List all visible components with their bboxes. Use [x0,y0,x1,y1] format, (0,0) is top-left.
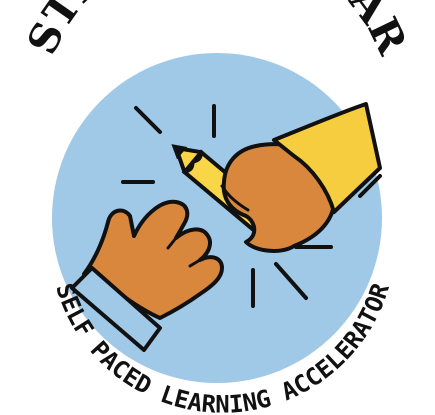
logo-title-path: STRIDE SCHOLAR [18,0,417,62]
stride-scholar-logo: STRIDE SCHOLAR SELF PACED LEARNING ACCEL… [18,0,417,415]
logo-title: STRIDE SCHOLAR [18,0,417,62]
